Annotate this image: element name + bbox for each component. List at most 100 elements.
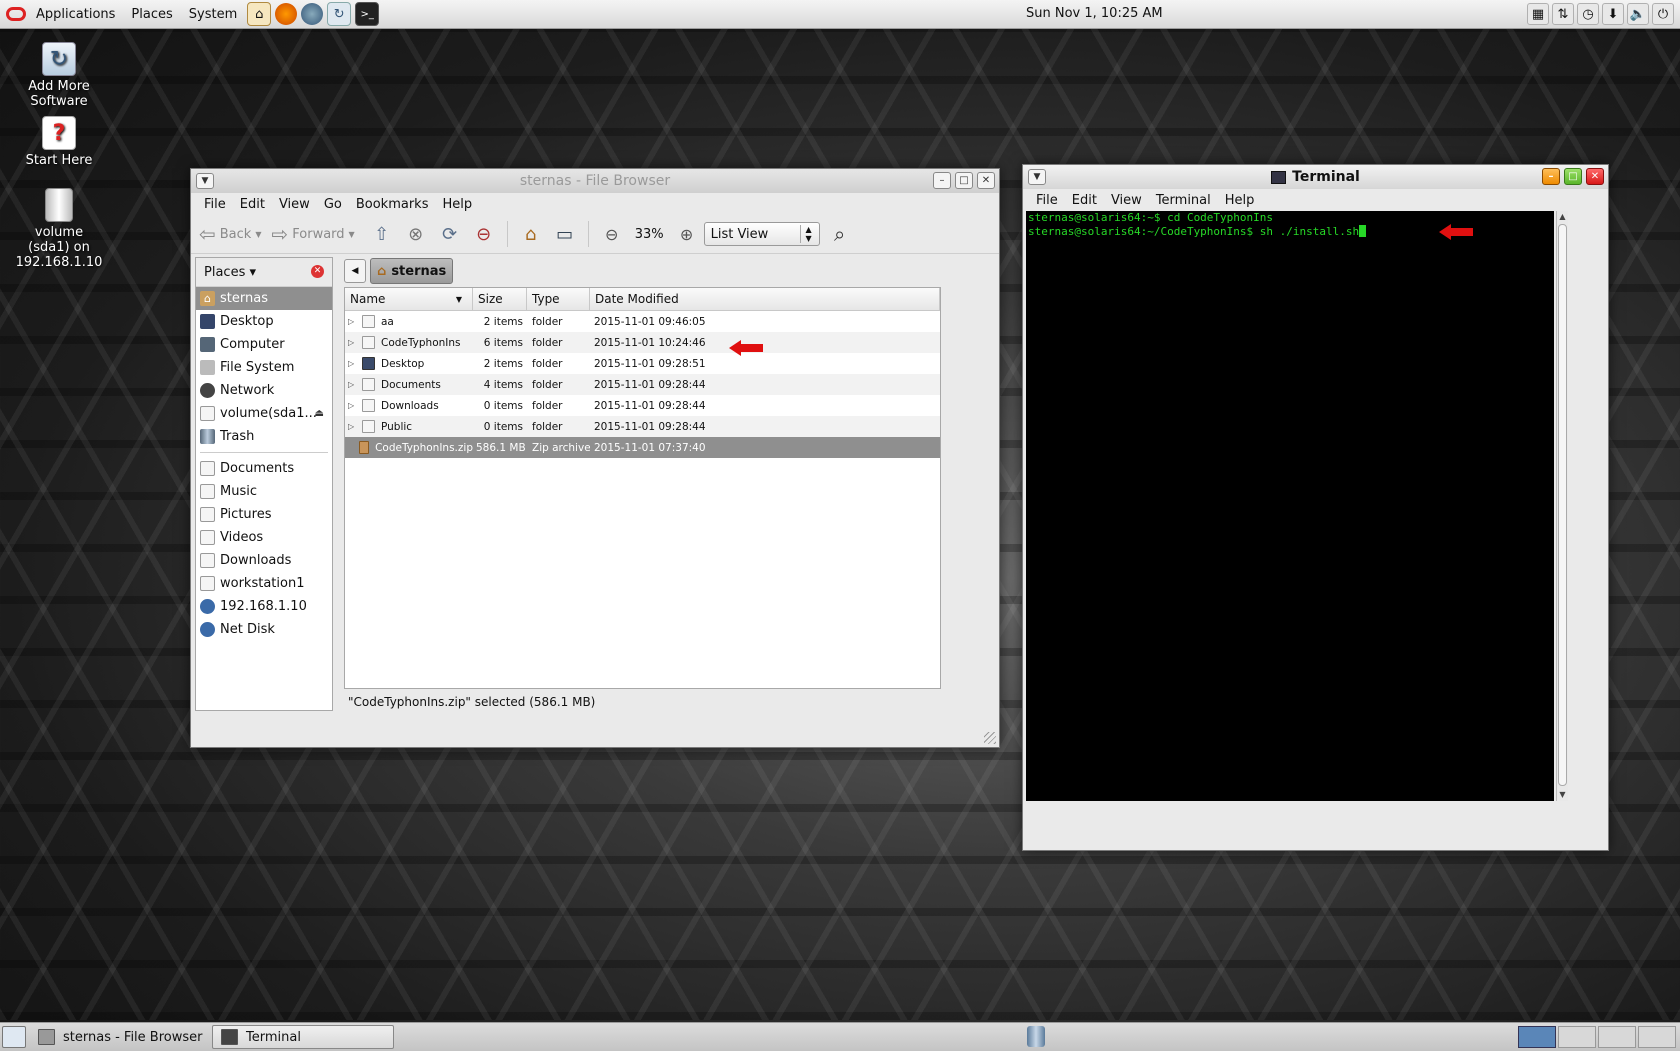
desktop-icon-add-software[interactable]: ↻ Add More Software (4, 42, 114, 109)
sidebar-item-sternas[interactable]: ⌂ sternas (196, 287, 332, 310)
maximize-button[interactable]: □ (1564, 168, 1582, 185)
table-row[interactable]: ▷ Documents 4 items folder 2015-11-01 09:… (345, 374, 940, 395)
update-launcher-icon[interactable]: ↻ (327, 2, 352, 26)
sidebar-item-documents[interactable]: Documents (196, 457, 332, 480)
sidebar-item-net-disk[interactable]: Net Disk (196, 618, 332, 641)
file-browser-titlebar[interactable]: ▼ sternas - File Browser – □ ✕ (191, 169, 999, 193)
desktop-icon-volume[interactable]: volume (sda1) on 192.168.1.10 (4, 188, 114, 270)
column-size[interactable]: Size (473, 288, 527, 310)
menu-file[interactable]: File (197, 197, 233, 212)
sidebar-item-desktop[interactable]: Desktop (196, 310, 332, 333)
trash-icon[interactable] (1027, 1026, 1045, 1047)
breadcrumb[interactable]: ⌂ sternas (370, 258, 454, 284)
network-applet-icon[interactable]: ⇅ (1552, 3, 1574, 25)
forward-button[interactable]: ⇨ Forward ▼ (271, 222, 354, 246)
column-name[interactable]: Name ▼ (345, 288, 473, 310)
home-launcher-icon[interactable]: ⌂ (247, 2, 272, 26)
oracle-logo-icon[interactable] (6, 7, 26, 21)
expander-icon[interactable]: ▷ (348, 338, 358, 347)
sidebar-item-volume[interactable]: volume(sda1... ⏏ (196, 402, 332, 425)
column-type[interactable]: Type (527, 288, 590, 310)
terminal-titlebar[interactable]: ▼ Terminal – □ ✕ (1023, 165, 1608, 189)
drive-icon[interactable]: ⊖ (472, 222, 496, 246)
expander-icon[interactable]: ▷ (348, 422, 358, 431)
scroll-down-icon[interactable]: ▼ (1557, 789, 1568, 801)
close-sidebar-icon[interactable]: ✕ (311, 265, 324, 278)
table-row[interactable]: ▷ Desktop 2 items folder 2015-11-01 09:28… (345, 353, 940, 374)
sidebar-item-computer[interactable]: Computer (196, 333, 332, 356)
path-left-icon[interactable]: ◀ (344, 259, 366, 283)
menu-edit[interactable]: Edit (233, 197, 272, 212)
terminal-launcher-icon[interactable]: >_ (355, 2, 380, 26)
sidebar-item-ip[interactable]: 192.168.1.10 (196, 595, 332, 618)
menu-edit[interactable]: Edit (1065, 193, 1104, 208)
workspace-3[interactable] (1598, 1026, 1636, 1048)
update-notifier-icon[interactable]: ⬇ (1602, 3, 1624, 25)
taskbar-item-file-browser[interactable]: sternas - File Browser (30, 1025, 208, 1049)
zoom-in-icon[interactable]: ⊕ (675, 222, 699, 246)
expander-icon[interactable]: ▷ (348, 359, 358, 368)
minimize-button[interactable]: – (1542, 168, 1560, 185)
places-menu[interactable]: Places (123, 7, 180, 22)
back-button[interactable]: ⇦ Back ▼ (199, 222, 261, 246)
workspace-2[interactable] (1558, 1026, 1596, 1048)
menu-view[interactable]: View (1104, 193, 1149, 208)
zoom-out-icon[interactable]: ⊖ (600, 222, 624, 246)
close-button[interactable]: ✕ (1586, 168, 1604, 185)
up-icon[interactable]: ⇧ (370, 222, 394, 246)
system-menu[interactable]: System (181, 7, 245, 22)
sidebar-item-file-system[interactable]: File System (196, 356, 332, 379)
table-row[interactable]: ▷ aa 2 items folder 2015-11-01 09:46:05 (345, 311, 940, 332)
menu-go[interactable]: Go (317, 197, 349, 212)
sidebar-item-network[interactable]: Network (196, 379, 332, 402)
close-button[interactable]: ✕ (977, 172, 995, 189)
zoom-level[interactable]: 33% (635, 227, 664, 242)
applications-menu[interactable]: Applications (28, 7, 123, 22)
computer-icon[interactable]: ▭ (553, 222, 577, 246)
desktop-icon-start-here[interactable]: ? Start Here (4, 116, 114, 168)
window-menu-button[interactable]: ▼ (196, 173, 214, 189)
table-row-selected[interactable]: CodeTyphonIns.zip 586.1 MB Zip archive 2… (345, 437, 940, 458)
volume-icon[interactable]: 🔈 (1627, 3, 1649, 25)
sidebar-item-trash[interactable]: Trash (196, 425, 332, 448)
menu-help[interactable]: Help (1218, 193, 1262, 208)
expander-icon[interactable]: ▷ (348, 380, 358, 389)
sidebar-item-downloads[interactable]: Downloads (196, 549, 332, 572)
menu-bookmarks[interactable]: Bookmarks (349, 197, 436, 212)
column-date-modified[interactable]: Date Modified (590, 288, 940, 310)
search-icon[interactable]: ⌕ (828, 222, 852, 246)
expander-icon[interactable]: ▷ (348, 317, 358, 326)
scroll-up-icon[interactable]: ▲ (1557, 211, 1568, 223)
table-row[interactable]: ▷ Downloads 0 items folder 2015-11-01 09:… (345, 395, 940, 416)
minimize-button[interactable]: – (933, 172, 951, 189)
terminal-screen[interactable]: sternas@solaris64:~$ cd CodeTyphonIns st… (1026, 211, 1554, 801)
menu-help[interactable]: Help (435, 197, 479, 212)
places-dropdown[interactable]: Places ▾ (204, 265, 256, 280)
stop-icon[interactable]: ⊗ (404, 222, 428, 246)
logout-icon[interactable]: ⏻ (1652, 3, 1674, 25)
terminal-scrollbar[interactable]: ▲ ▼ (1556, 211, 1568, 801)
menu-terminal[interactable]: Terminal (1149, 193, 1218, 208)
monitor-applet-icon[interactable]: ▦ (1527, 3, 1549, 25)
workspace-1[interactable] (1518, 1026, 1556, 1048)
workspace-4[interactable] (1638, 1026, 1676, 1048)
show-desktop-icon[interactable] (2, 1026, 26, 1048)
taskbar-item-terminal[interactable]: Terminal (212, 1025, 394, 1049)
menu-view[interactable]: View (272, 197, 317, 212)
window-menu-button[interactable]: ▼ (1028, 169, 1046, 185)
resize-grip[interactable] (984, 732, 996, 744)
menu-file[interactable]: File (1029, 193, 1065, 208)
firefox-launcher-icon[interactable] (275, 3, 298, 25)
table-row[interactable]: ▷ CodeTyphonIns 6 items folder 2015-11-01… (345, 332, 940, 353)
home-icon[interactable]: ⌂ (519, 222, 543, 246)
sidebar-item-music[interactable]: Music (196, 480, 332, 503)
sidebar-item-workstation1[interactable]: workstation1 (196, 572, 332, 595)
maximize-button[interactable]: □ (955, 172, 973, 189)
table-row[interactable]: ▷ Public 0 items folder 2015-11-01 09:28:… (345, 416, 940, 437)
reload-icon[interactable]: ⟳ (438, 222, 462, 246)
scrollbar-thumb[interactable] (1558, 224, 1567, 786)
panel-clock[interactable]: Sun Nov 1, 10:25 AM (1026, 6, 1163, 21)
sidebar-item-pictures[interactable]: Pictures (196, 503, 332, 526)
eject-icon[interactable]: ⏏ (315, 408, 324, 419)
clock-applet-icon[interactable]: ◷ (1577, 3, 1599, 25)
